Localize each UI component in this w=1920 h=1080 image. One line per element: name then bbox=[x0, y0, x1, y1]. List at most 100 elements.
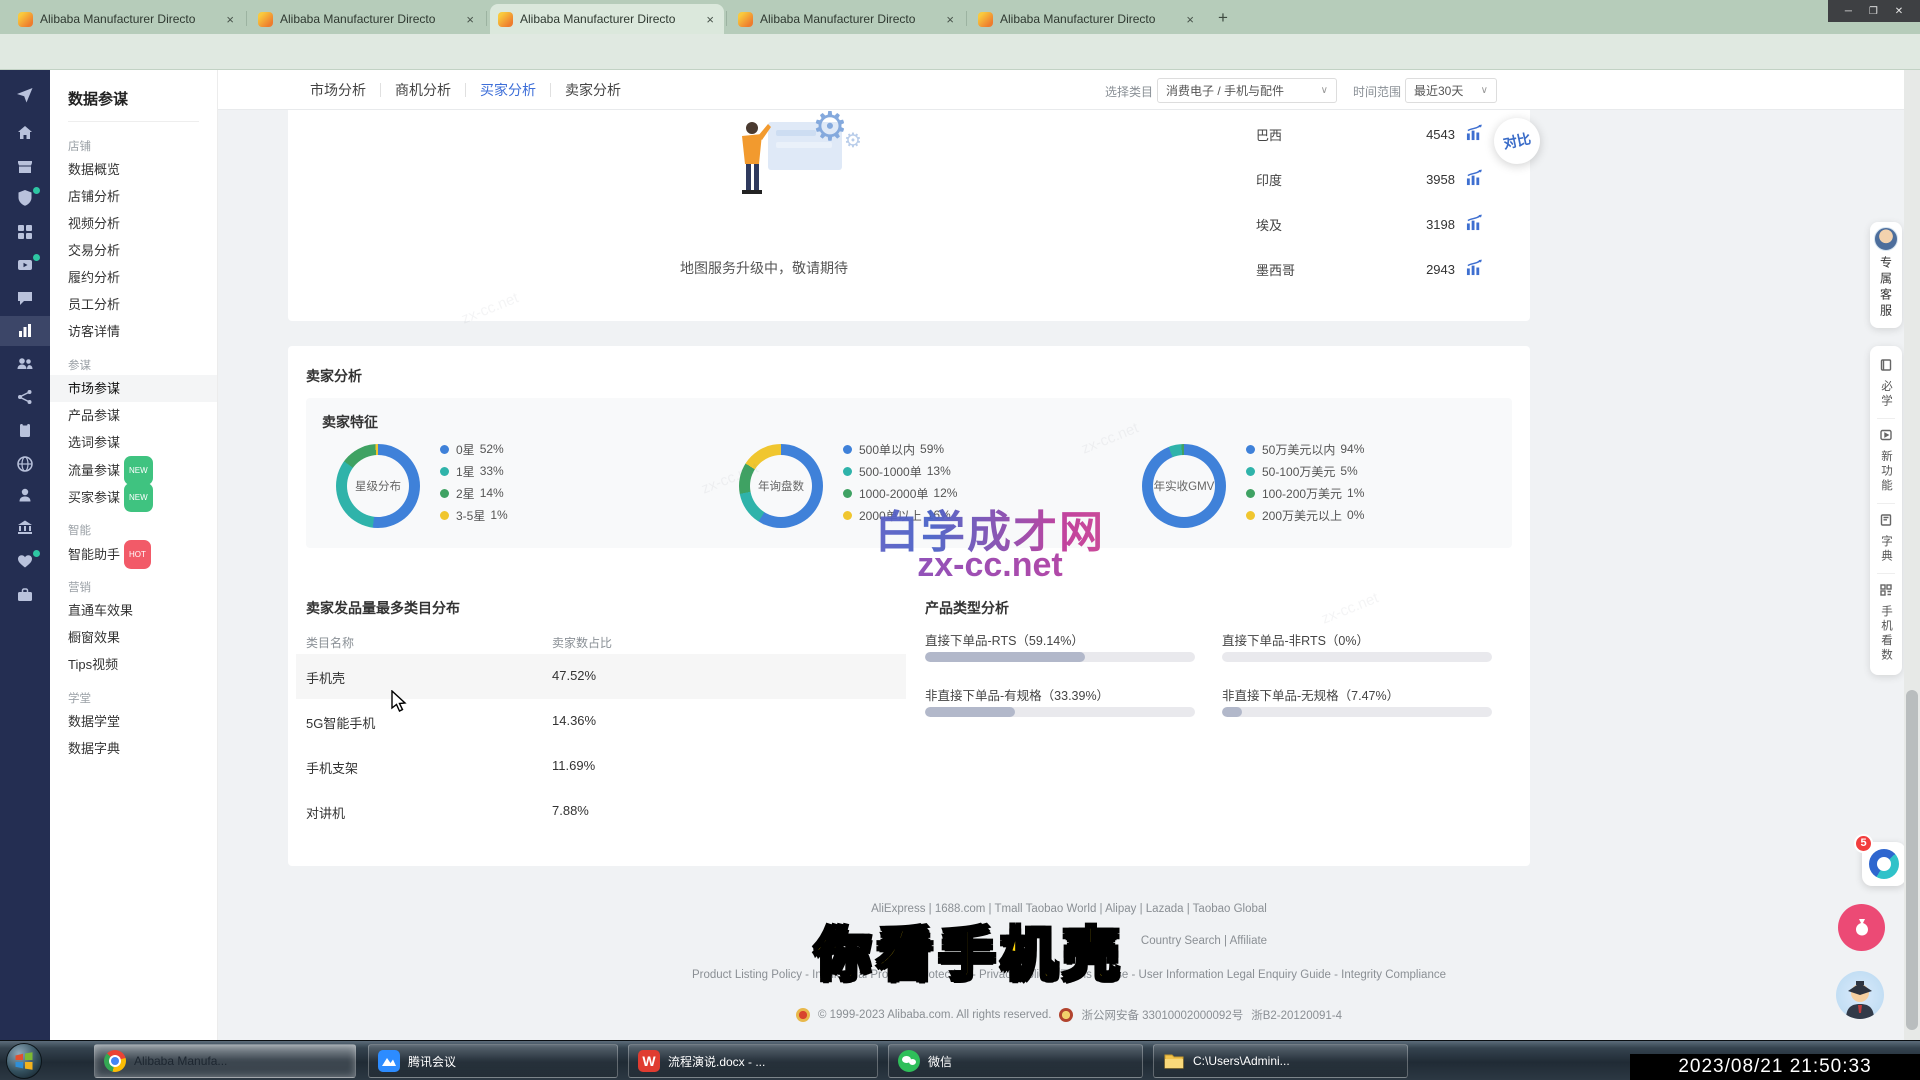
analysis-tab[interactable]: 卖家分析 bbox=[551, 80, 635, 100]
notification-dot bbox=[33, 550, 40, 557]
category-select[interactable]: 消费电子 / 手机与配件 ∨ bbox=[1157, 78, 1337, 103]
browser-tab[interactable]: Alibaba Manufacturer Directo× bbox=[490, 4, 724, 34]
tab-title: Alibaba Manufacturer Directo bbox=[760, 12, 937, 26]
toolbar-item[interactable]: 手机看数 bbox=[1878, 579, 1894, 667]
people-icon[interactable] bbox=[16, 355, 34, 373]
analysis-tab[interactable]: 买家分析 bbox=[466, 80, 550, 100]
tab-close-icon[interactable]: × bbox=[944, 12, 956, 27]
sidebar-item[interactable]: Tips视频 bbox=[50, 651, 217, 678]
toolbar-divider bbox=[1877, 418, 1895, 419]
trend-chart-icon[interactable] bbox=[1465, 169, 1484, 191]
sidebar-item[interactable]: 访客详情 bbox=[50, 318, 217, 345]
donut-chart: 年实收GMV bbox=[1142, 444, 1226, 528]
shield-icon[interactable] bbox=[16, 189, 34, 207]
floating-toolbar: 必学新功能字典手机看数 bbox=[1870, 346, 1902, 675]
sidebar-item[interactable]: 流量参谋NEW bbox=[50, 456, 217, 483]
toolbar-item[interactable]: 必学 bbox=[1878, 354, 1894, 413]
sidebar-item-label: 数据概览 bbox=[68, 162, 120, 177]
sidebar-item[interactable]: 直通车效果 bbox=[50, 597, 217, 624]
start-button[interactable] bbox=[6, 1043, 42, 1079]
trend-chart-icon[interactable] bbox=[1465, 259, 1484, 281]
legend-dot bbox=[440, 445, 449, 454]
seller-share-cell: 47.52% bbox=[552, 668, 596, 683]
range-select[interactable]: 最近30天 ∨ bbox=[1405, 78, 1497, 103]
tab-close-icon[interactable]: × bbox=[704, 12, 716, 27]
tab-close-icon[interactable]: × bbox=[224, 12, 236, 27]
sidebar-item[interactable]: 店铺分析 bbox=[50, 183, 217, 210]
apps-grid-icon[interactable] bbox=[16, 223, 34, 241]
taskbar-button-label: Alibaba Manufa... bbox=[134, 1054, 227, 1068]
scrollbar-thumb[interactable] bbox=[1906, 690, 1918, 1030]
trend-chart-icon[interactable] bbox=[1465, 124, 1484, 146]
donut-group: 星级分布0星52%1星33%2星14%3-5星1% bbox=[336, 398, 696, 548]
taskbar-button[interactable]: C:\Users\Admini... bbox=[1153, 1044, 1408, 1078]
notification-dot bbox=[33, 254, 40, 261]
browser-tab[interactable]: Alibaba Manufacturer Directo× bbox=[250, 4, 484, 34]
sidebar-item[interactable]: 交易分析 bbox=[50, 237, 217, 264]
column-header: 类目名称 bbox=[306, 634, 354, 651]
user-badge-icon[interactable] bbox=[16, 486, 34, 504]
taskbar-button[interactable]: W流程演说.docx - ... bbox=[628, 1044, 878, 1078]
browser-tab[interactable]: Alibaba Manufacturer Directo× bbox=[970, 4, 1204, 34]
seller-share-cell: 7.88% bbox=[552, 803, 589, 818]
briefcase-icon[interactable] bbox=[16, 586, 34, 604]
tab-close-icon[interactable]: × bbox=[1184, 12, 1196, 27]
trend-chart-icon[interactable] bbox=[1465, 214, 1484, 236]
assistant-avatar-button[interactable] bbox=[1836, 971, 1884, 1019]
close-icon[interactable]: ✕ bbox=[1895, 6, 1903, 17]
legend-value: 13% bbox=[927, 464, 951, 478]
sidebar-item[interactable]: 视频分析 bbox=[50, 210, 217, 237]
country-name: 埃及 bbox=[1256, 215, 1426, 234]
compare-button[interactable]: 对比 bbox=[1494, 118, 1540, 164]
sidebar-item[interactable]: 智能助手HOT bbox=[50, 540, 217, 567]
sidebar-item[interactable]: 履约分析 bbox=[50, 264, 217, 291]
browser-tab[interactable]: Alibaba Manufacturer Directo× bbox=[10, 4, 244, 34]
sidebar-item[interactable]: 数据字典 bbox=[50, 735, 217, 762]
sidebar-item[interactable]: 数据学堂 bbox=[50, 708, 217, 735]
sidebar-item-label: 橱窗效果 bbox=[68, 630, 120, 645]
rewards-float-button[interactable] bbox=[1838, 904, 1885, 951]
taskbar-button[interactable]: 腾讯会议 bbox=[368, 1044, 618, 1078]
sidebar-item[interactable]: 数据概览 bbox=[50, 156, 217, 183]
sidebar-item[interactable]: 员工分析 bbox=[50, 291, 217, 318]
sidebar-item-label: 数据学堂 bbox=[68, 714, 120, 729]
taskbar-button[interactable]: 微信 bbox=[888, 1044, 1143, 1078]
legend-label: 500单以内 bbox=[859, 441, 915, 458]
sidebar-item[interactable]: 市场参谋 bbox=[50, 375, 217, 402]
compare-button-label: 对比 bbox=[1501, 128, 1533, 153]
taskbar-button[interactable]: Alibaba Manufa... bbox=[94, 1044, 356, 1078]
meeting-taskbar-icon bbox=[378, 1050, 400, 1072]
analysis-tab[interactable]: 商机分析 bbox=[381, 80, 465, 100]
maximize-icon[interactable]: ❐ bbox=[1869, 6, 1878, 17]
sidebar-item[interactable]: 选词参谋 bbox=[50, 429, 217, 456]
donut-chart: 星级分布 bbox=[336, 444, 420, 528]
toolbar-item[interactable]: 字典 bbox=[1878, 509, 1894, 568]
store-icon[interactable] bbox=[16, 158, 34, 176]
clipboard-icon[interactable] bbox=[16, 421, 34, 439]
sidebar-item[interactable]: 买家参谋NEW bbox=[50, 483, 217, 510]
alibaba-favicon bbox=[978, 12, 993, 27]
heart-icon[interactable] bbox=[16, 552, 34, 570]
comment-icon[interactable] bbox=[16, 289, 34, 307]
globe-icon[interactable] bbox=[16, 455, 34, 473]
sidebar-item[interactable]: 橱窗效果 bbox=[50, 624, 217, 651]
new-badge: NEW bbox=[124, 456, 153, 485]
bank-icon[interactable] bbox=[16, 518, 34, 536]
browser-tab[interactable]: Alibaba Manufacturer Directo × bbox=[730, 4, 964, 34]
share-nodes-icon[interactable] bbox=[16, 388, 34, 406]
footer-beian2[interactable]: 浙B2-20120091-4 bbox=[1251, 1007, 1342, 1023]
bar-chart-icon[interactable] bbox=[16, 322, 34, 340]
range-select-value: 最近30天 bbox=[1414, 82, 1463, 99]
sidebar-item[interactable]: 产品参谋 bbox=[50, 402, 217, 429]
toolbar-item[interactable]: 新功能 bbox=[1878, 424, 1894, 498]
new-tab-button[interactable]: + bbox=[1210, 7, 1236, 29]
analysis-tab[interactable]: 市场分析 bbox=[296, 80, 380, 100]
video-icon[interactable] bbox=[16, 256, 34, 274]
customer-service-button[interactable]: 专属客服 bbox=[1870, 222, 1902, 328]
send-icon[interactable] bbox=[16, 86, 34, 104]
home-icon[interactable] bbox=[16, 124, 34, 142]
footer-beian1[interactable]: 浙公网安备 33010002000092号 bbox=[1081, 1007, 1243, 1023]
tab-close-icon[interactable]: × bbox=[464, 12, 476, 27]
toolbar-item-label: 字典 bbox=[1878, 535, 1894, 564]
minimize-icon[interactable]: ─ bbox=[1845, 6, 1852, 17]
